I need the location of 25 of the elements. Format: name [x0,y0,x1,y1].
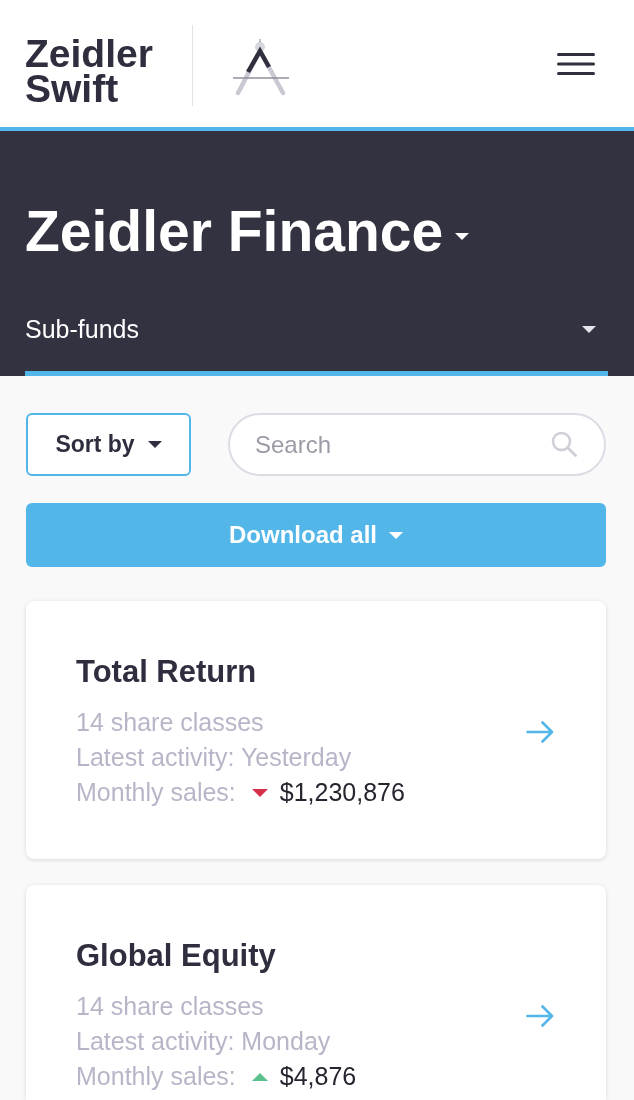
section-dropdown[interactable]: Sub-funds [25,314,608,376]
menu-button[interactable] [557,52,595,75]
caret-icon [389,531,403,539]
share-classes-text: 14 share classes [76,991,265,1022]
fund-name: Total Return [76,653,258,691]
title-dropdown[interactable]: Zeidler Finance [25,198,470,264]
caret-icon [455,232,470,240]
sort-button[interactable]: Sort by [26,413,191,476]
brand-logo: Zeidler Swift [25,35,153,106]
search-icon [551,431,577,457]
sales-label: Monthly sales: [76,1061,236,1092]
caret-icon [147,441,162,448]
latest-activity-text: Latest activity: Monday [76,1026,332,1057]
sales-value: $4,876 [279,1061,357,1092]
compass-icon [232,37,289,96]
menu-icon [557,52,595,75]
sales-label: Monthly sales: [76,777,236,808]
share-classes-text: 14 share classes [76,707,265,738]
arrow-right-icon[interactable] [526,1004,554,1027]
fund-name: Global Equity [76,937,277,975]
latest-activity-text: Latest activity: Yesterday [76,742,353,773]
search-field[interactable]: Search [228,413,606,476]
arrow-right-icon[interactable] [526,720,554,743]
sales-value: $1,230,876 [279,777,405,808]
caret-icon [582,325,596,333]
